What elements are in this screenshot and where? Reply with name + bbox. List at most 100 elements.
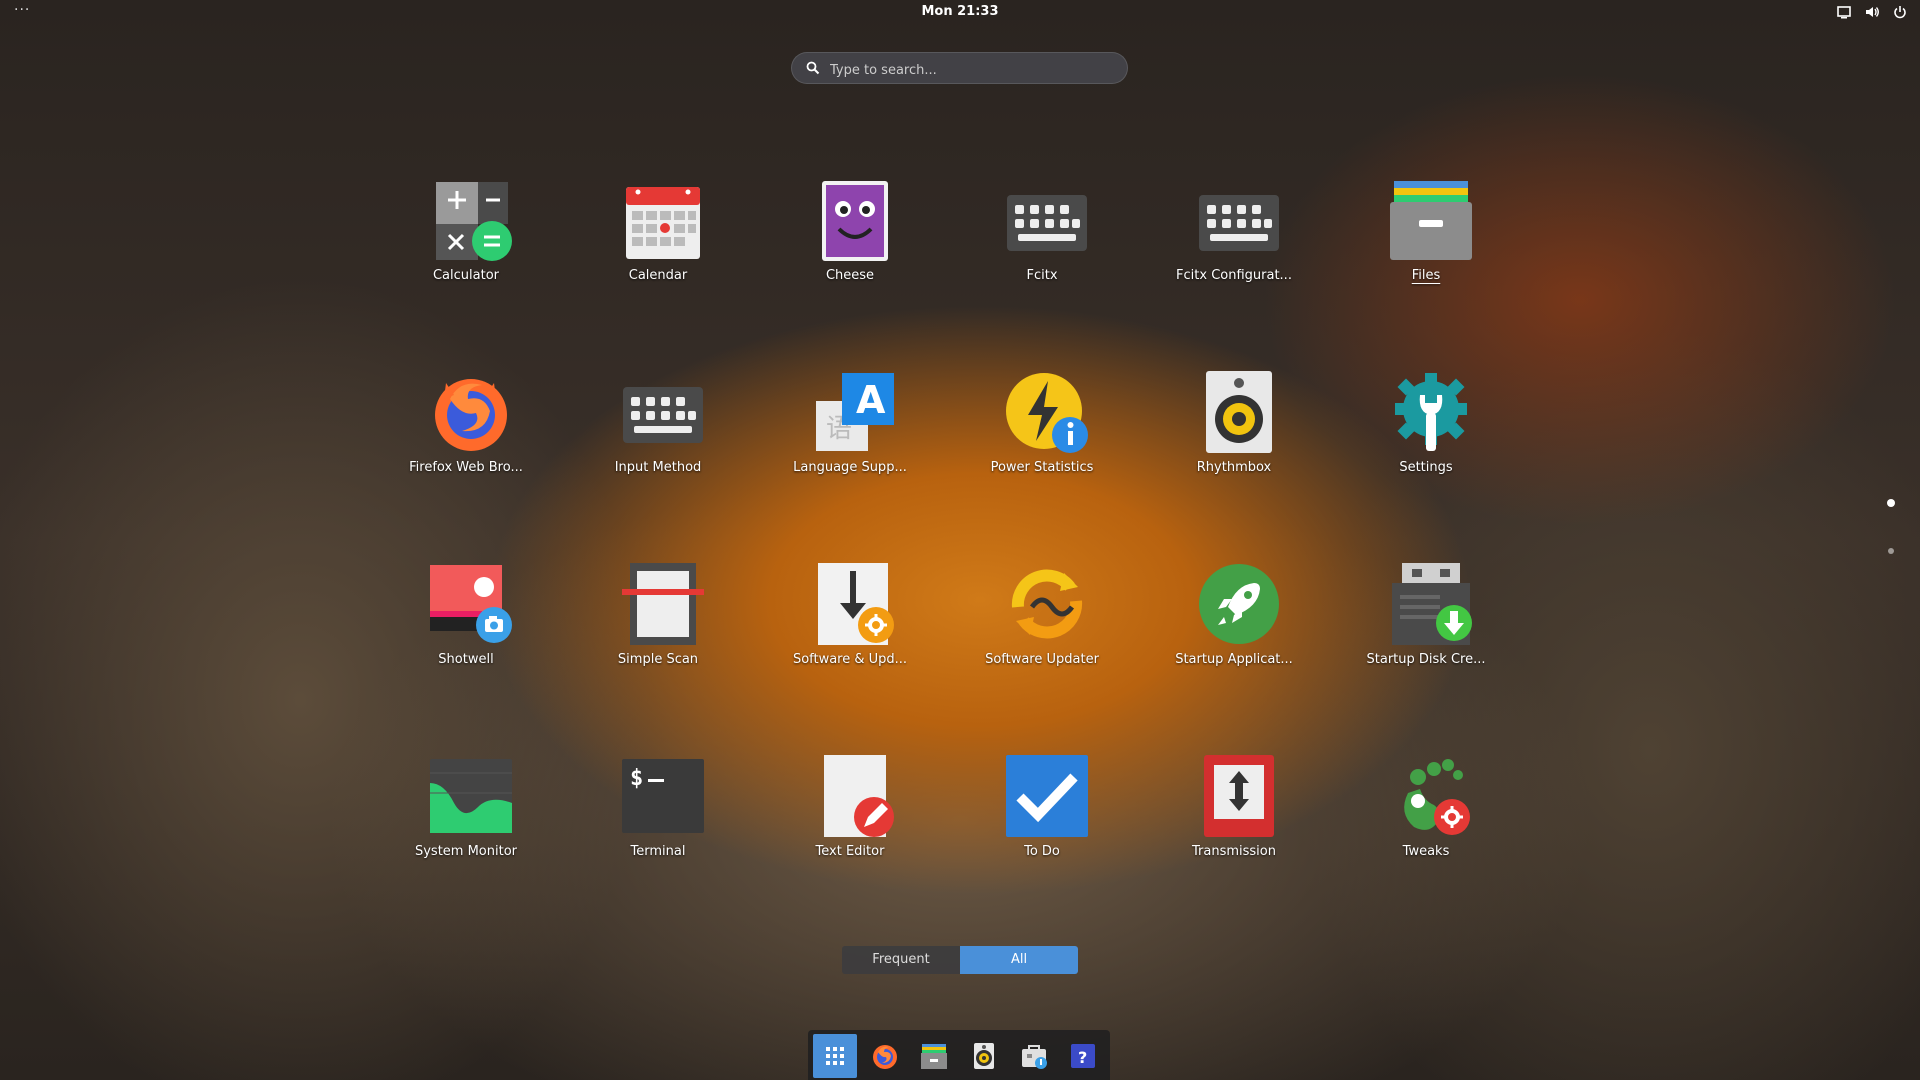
app-transmission[interactable]: Transmission (1159, 748, 1309, 898)
app-label: Software Updater (985, 652, 1099, 667)
terminal-icon: $ (622, 759, 704, 833)
screen-icon[interactable] (1836, 4, 1852, 20)
usb-creator-icon (1392, 563, 1472, 645)
app-label: To Do (1024, 844, 1060, 859)
app-calendar[interactable]: Calendar (583, 172, 733, 322)
scanner-icon (622, 563, 704, 645)
app-label: Input Method (614, 460, 702, 475)
app-label: Language Supp... (793, 460, 907, 475)
calendar-icon (626, 187, 700, 259)
files-icon (921, 1044, 948, 1069)
app-label: Fcitx Configurat... (1176, 268, 1292, 283)
app-label: Cheese (825, 268, 875, 283)
app-startup-disk-creator[interactable]: Startup Disk Cre... (1351, 556, 1501, 706)
app-label: Text Editor (815, 844, 885, 859)
app-label: Fcitx (1026, 268, 1058, 283)
app-startup-applications[interactable]: Startup Applicat... (1159, 556, 1309, 706)
app-label: Calendar (628, 268, 688, 283)
dock-software[interactable] (1012, 1034, 1056, 1078)
app-to-do[interactable]: To Do (967, 748, 1117, 898)
show-applications-button[interactable] (813, 1034, 857, 1078)
frequent-tab[interactable]: Frequent (842, 946, 960, 974)
firefox-icon (435, 379, 507, 451)
app-label: Transmission (1192, 844, 1276, 859)
rocket-icon (1199, 564, 1279, 644)
app-label: Files (1411, 268, 1441, 283)
app-label: Rhythmbox (1196, 460, 1272, 475)
clock[interactable]: Mon 21:33 (0, 4, 1920, 19)
app-label: System Monitor (414, 844, 518, 859)
software-icon (1021, 1045, 1047, 1069)
volume-icon[interactable] (1864, 4, 1880, 20)
app-label: Settings (1399, 460, 1453, 475)
app-terminal[interactable]: $ Terminal (583, 748, 733, 898)
app-label: Calculator (432, 268, 499, 283)
app-label: Tweaks (1402, 844, 1450, 859)
search-box[interactable] (791, 52, 1128, 84)
keyboard-icon (1007, 195, 1087, 251)
software-properties-icon (818, 563, 894, 645)
show-apps-icon (825, 1047, 844, 1065)
app-text-editor[interactable]: Text Editor (775, 748, 925, 898)
search-input[interactable] (828, 58, 1112, 82)
all-tab[interactable]: All (960, 946, 1078, 974)
dock-rhythmbox[interactable] (962, 1034, 1006, 1078)
system-monitor-icon (430, 759, 512, 833)
page-indicator-1[interactable] (1887, 499, 1895, 507)
app-language-support[interactable]: 语 A Language Supp... (775, 364, 925, 514)
text-editor-icon (824, 755, 894, 837)
power-statistics-icon (1006, 373, 1088, 453)
app-label: Shotwell (438, 652, 494, 667)
power-icon[interactable] (1892, 4, 1908, 20)
language-icon: 语 A (816, 373, 894, 451)
software-updater-icon (1011, 569, 1083, 639)
app-rhythmbox[interactable]: Rhythmbox (1159, 364, 1309, 514)
cheese-icon (822, 181, 888, 261)
page-indicator-2[interactable] (1888, 548, 1894, 554)
app-label: Terminal (630, 844, 686, 859)
shotwell-icon (430, 565, 512, 643)
help-icon: ? (1071, 1044, 1096, 1068)
dock: ? (808, 1030, 1110, 1080)
settings-icon (1395, 373, 1467, 451)
tweaks-icon (1404, 759, 1470, 835)
app-label: Startup Applicat... (1175, 652, 1293, 667)
app-fcitx-configuration[interactable]: Fcitx Configurat... (1159, 172, 1309, 322)
view-toggle: Frequent All (842, 946, 1078, 974)
app-label: Power Statistics (990, 460, 1094, 475)
svg-text:A: A (856, 378, 886, 422)
todo-icon (1006, 755, 1088, 837)
dock-files[interactable] (912, 1034, 956, 1078)
svg-text:?: ? (1078, 1048, 1087, 1067)
app-firefox[interactable]: Firefox Web Bro... (391, 364, 541, 514)
app-input-method[interactable]: Input Method (583, 364, 733, 514)
keyboard-icon (623, 387, 703, 443)
dock-help[interactable]: ? (1061, 1034, 1105, 1078)
app-grid: Calculator Calendar Cheese Fcitx Fcitx C… (391, 172, 1551, 872)
top-bar: ··· Mon 21:33 (0, 0, 1920, 26)
rhythmbox-icon (973, 1043, 994, 1069)
app-label: Software & Upd... (792, 652, 908, 667)
app-power-statistics[interactable]: Power Statistics (967, 364, 1117, 514)
files-icon (1390, 181, 1472, 260)
app-tweaks[interactable]: Tweaks (1351, 748, 1501, 898)
app-fcitx[interactable]: Fcitx (967, 172, 1117, 322)
app-settings[interactable]: Settings (1351, 364, 1501, 514)
system-tray[interactable] (1836, 4, 1908, 20)
app-calculator[interactable]: Calculator (391, 172, 541, 322)
app-software-updater[interactable]: Software Updater (967, 556, 1117, 706)
keyboard-icon (1199, 195, 1279, 251)
calculator-icon (436, 182, 512, 261)
app-files[interactable]: Files (1351, 172, 1501, 322)
firefox-icon (872, 1045, 897, 1069)
app-simple-scan[interactable]: Simple Scan (583, 556, 733, 706)
app-cheese[interactable]: Cheese (775, 172, 925, 322)
app-label: Startup Disk Cre... (1366, 652, 1486, 667)
svg-text:$: $ (630, 766, 643, 791)
app-label: Firefox Web Bro... (409, 460, 523, 475)
app-software-updates[interactable]: Software & Upd... (775, 556, 925, 706)
app-shotwell[interactable]: Shotwell (391, 556, 541, 706)
app-system-monitor[interactable]: System Monitor (391, 748, 541, 898)
dock-firefox[interactable] (863, 1034, 907, 1078)
search-icon (806, 61, 820, 75)
